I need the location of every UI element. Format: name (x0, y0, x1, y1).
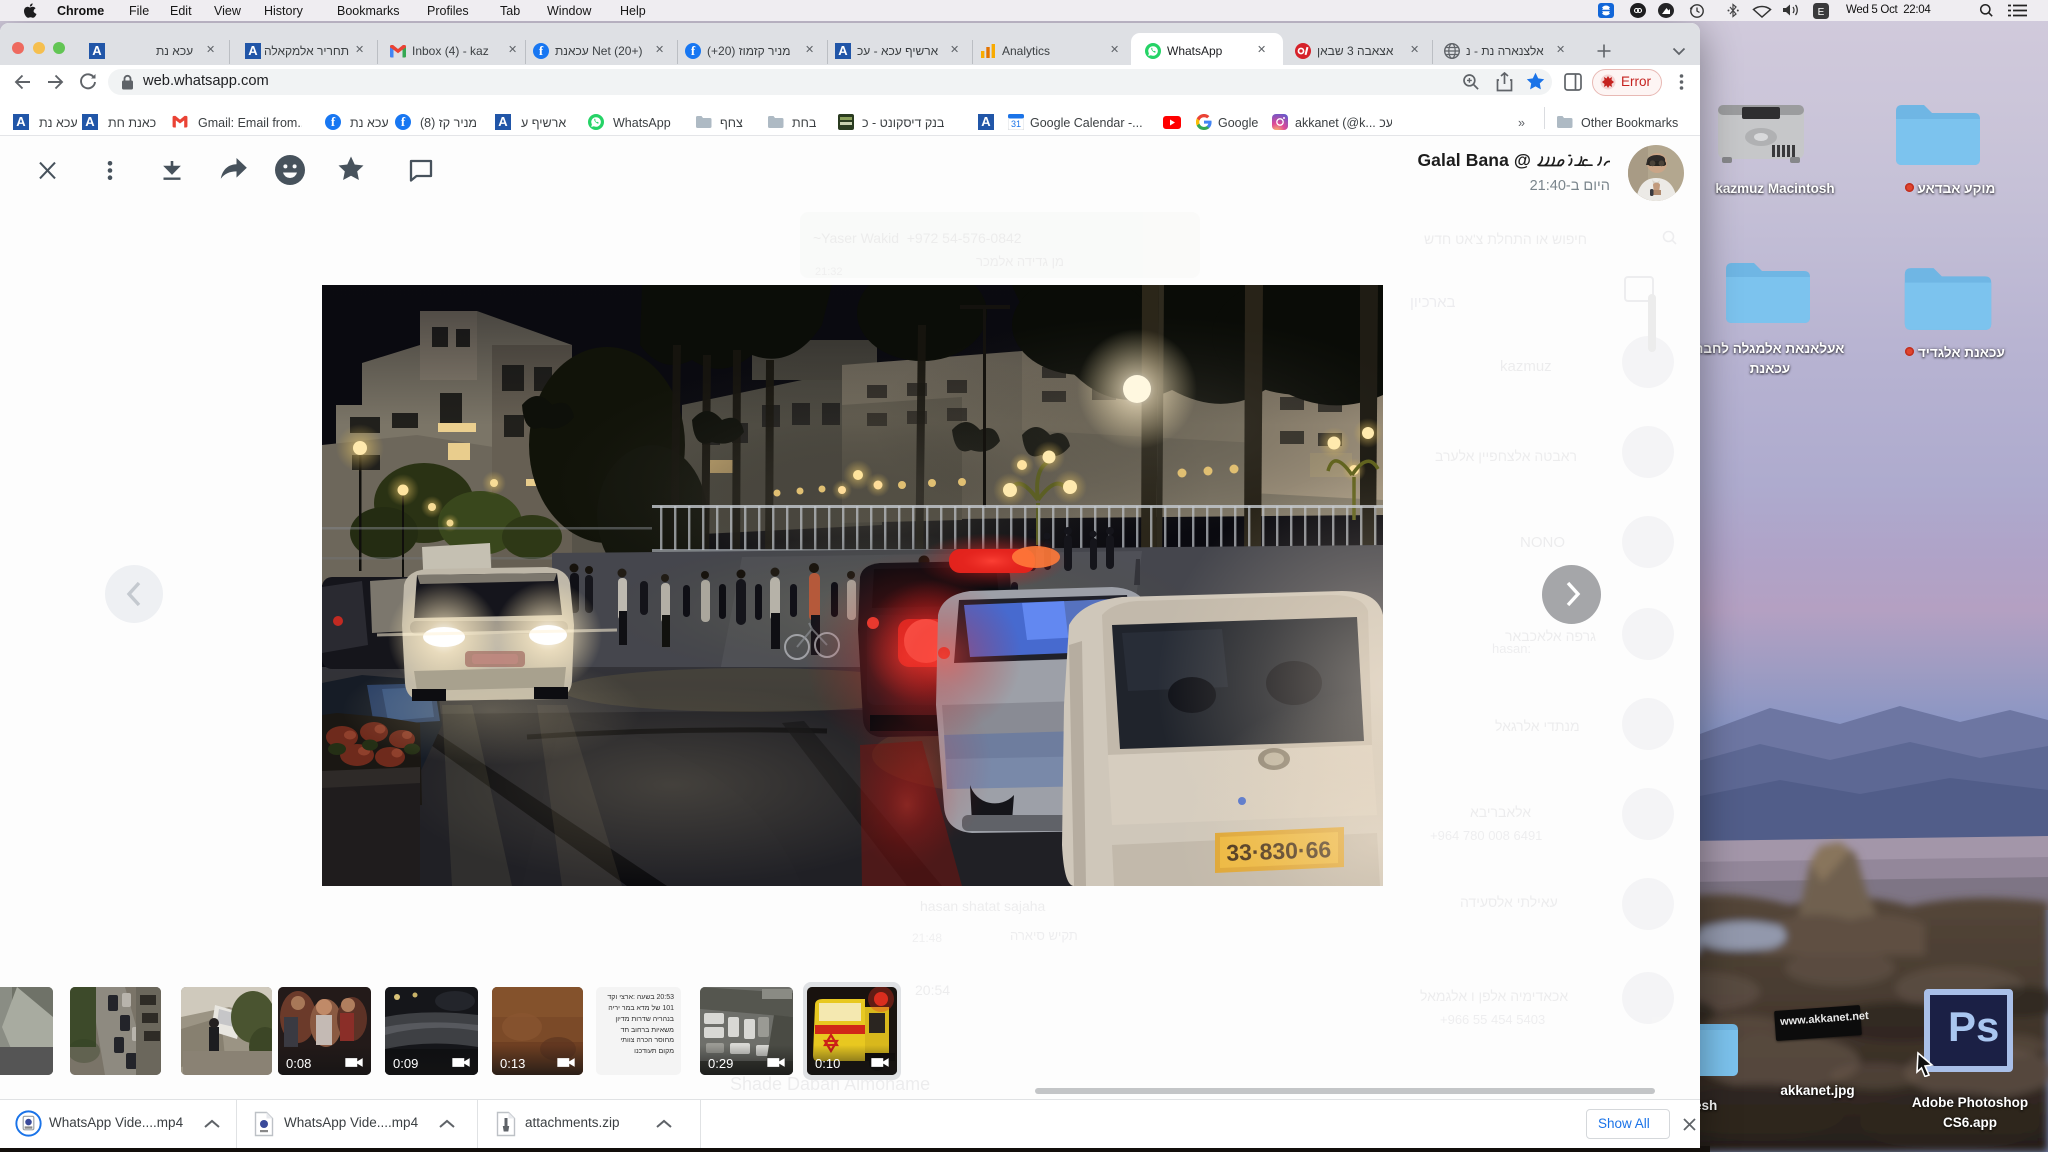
svg-text:31: 31 (1011, 119, 1021, 129)
svg-text:E: E (1818, 7, 1825, 18)
